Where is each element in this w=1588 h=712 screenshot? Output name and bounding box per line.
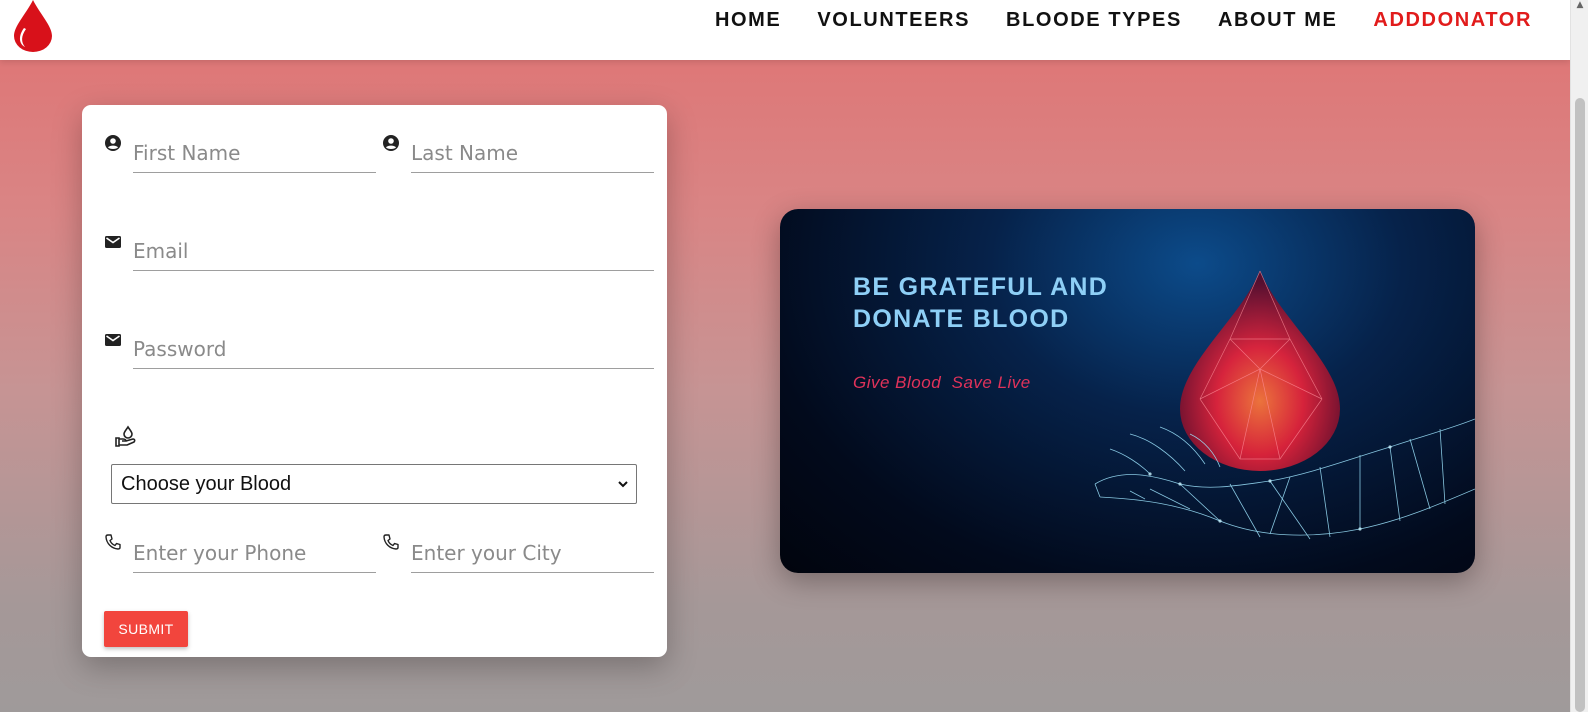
account-circle-icon [383, 135, 399, 151]
top-navbar: HOME VOLUNTEERS BLOODE TYPES ABOUT ME AD… [0, 0, 1570, 60]
page-scrollbar[interactable]: ▲ [1570, 0, 1588, 712]
last-name-input[interactable] [411, 133, 654, 173]
city-input[interactable] [411, 533, 654, 573]
donor-form: Choose your Blood SUBMIT [82, 105, 667, 657]
phone-icon [383, 534, 399, 550]
phone-icon [105, 534, 121, 550]
scrollbar-thumb[interactable] [1575, 98, 1585, 712]
nav-home[interactable]: HOME [715, 9, 781, 32]
scroll-up-arrow-icon[interactable]: ▲ [1575, 0, 1585, 10]
banner-title: BE GRATEFUL AND DONATE BLOOD [853, 273, 1109, 333]
nav-volunteers[interactable]: VOLUNTEERS [817, 9, 970, 32]
first-name-input[interactable] [133, 133, 376, 173]
mail-icon [105, 236, 121, 248]
nav-blood-types[interactable]: BLOODE TYPES [1006, 9, 1182, 32]
blood-drop-logo[interactable] [12, 0, 54, 52]
chevron-down-icon [618, 481, 628, 488]
blood-type-select[interactable]: Choose your Blood [111, 464, 637, 504]
account-circle-icon [105, 135, 121, 151]
hand-holding-blood-drop-illustration [1094, 270, 1475, 540]
promo-banner: BE GRATEFUL AND DONATE BLOOD Give Blood … [780, 209, 1475, 573]
banner-subtitle: Give Blood Save Live [853, 373, 1031, 392]
phone-input[interactable] [133, 533, 376, 573]
nav-add-donator[interactable]: ADDDONATOR [1373, 9, 1532, 32]
password-input[interactable] [133, 329, 654, 369]
submit-button[interactable]: SUBMIT [104, 611, 188, 647]
nav-about-me[interactable]: ABOUT ME [1218, 9, 1337, 32]
mail-icon [105, 334, 121, 346]
nav-links: HOME VOLUNTEERS BLOODE TYPES ABOUT ME AD… [715, 0, 1532, 40]
email-input[interactable] [133, 231, 654, 271]
hand-blood-drop-icon [115, 425, 136, 447]
